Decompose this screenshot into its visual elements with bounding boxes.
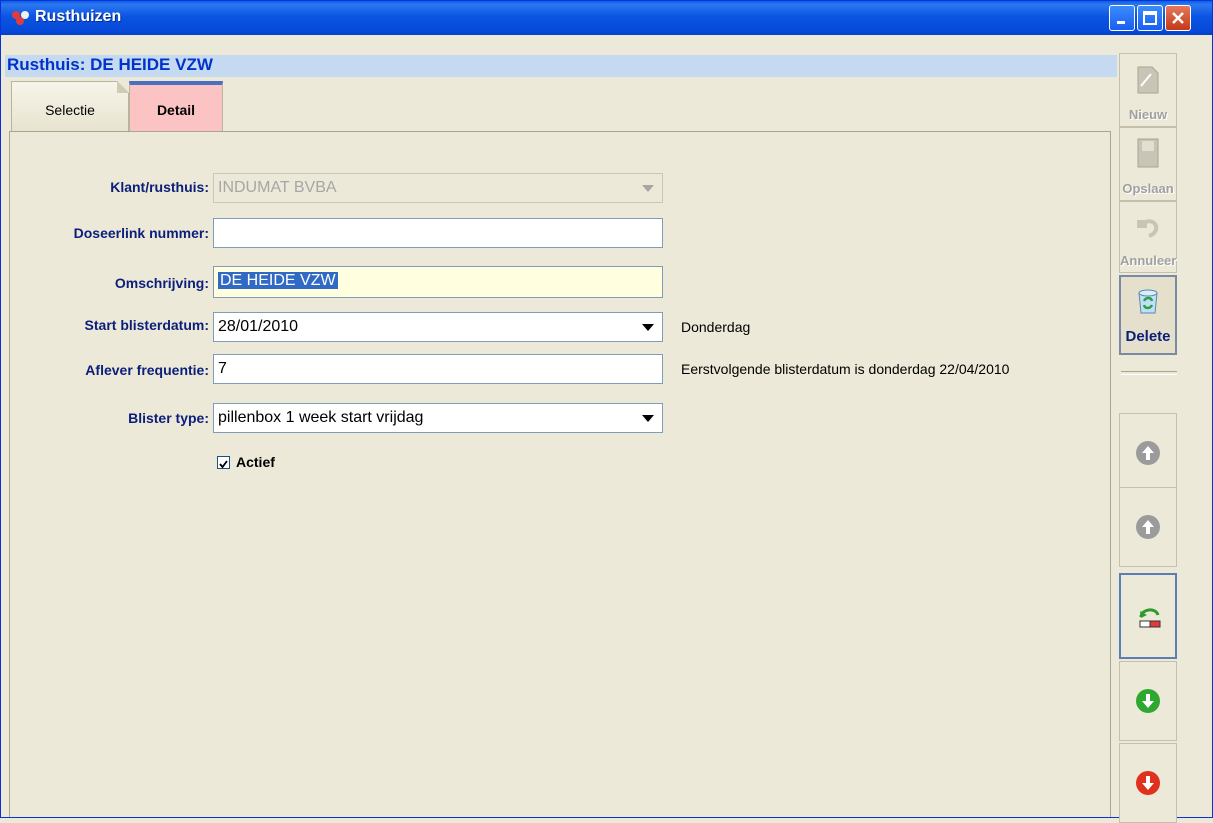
omschrijving-input[interactable]: DE HEIDE VZW — [213, 266, 663, 298]
opslaan-button[interactable]: Opslaan — [1119, 127, 1177, 201]
close-icon — [1172, 12, 1184, 24]
start-value: 28/01/2010 — [218, 318, 299, 335]
minimize-button[interactable] — [1109, 5, 1135, 31]
first-record-icon — [1136, 441, 1160, 465]
close-button[interactable] — [1165, 5, 1191, 31]
actief-label: Actief — [236, 454, 275, 470]
right-toolbar: Nieuw Opslaan Annuleer Delete — [1117, 53, 1179, 823]
klant-value: INDUMAT BVBA — [218, 179, 337, 196]
frequentie-input[interactable]: 7 — [213, 354, 663, 384]
previous-record-icon — [1136, 515, 1160, 539]
last-record-button[interactable] — [1119, 743, 1177, 823]
delete-button[interactable]: Delete — [1119, 275, 1177, 355]
klant-select: INDUMAT BVBA — [213, 173, 663, 203]
omschrijving-label: Omschrijving: — [114, 275, 209, 291]
chevron-down-icon — [642, 185, 654, 192]
doseerlink-input[interactable] — [213, 218, 663, 248]
next-blister-note: Eerstvolgende blisterdatum is donderdag … — [681, 361, 1010, 377]
application-window: Rusthuizen Rusthuis: DE HEIDE VZW Select… — [0, 0, 1213, 823]
minimize-icon — [1117, 21, 1125, 24]
last-record-icon — [1136, 771, 1160, 795]
klant-label: Klant/rusthuis: — [110, 179, 209, 195]
checkmark-icon — [219, 460, 228, 469]
previous-record-button[interactable] — [1119, 487, 1177, 567]
annuleer-label: Annuleer — [1120, 253, 1177, 268]
record-header: Rusthuis: DE HEIDE VZW — [5, 55, 1117, 77]
delete-label: Delete — [1125, 328, 1171, 345]
maximize-button[interactable] — [1137, 5, 1163, 31]
chevron-down-icon[interactable] — [642, 324, 654, 331]
record-title: Rusthuis: DE HEIDE VZW — [7, 55, 213, 74]
nieuw-label: Nieuw — [1128, 107, 1168, 122]
new-document-icon — [1137, 66, 1159, 94]
blister-type-select[interactable]: pillenbox 1 week start vrijdag — [213, 403, 663, 433]
toolbar-divider — [1121, 371, 1177, 375]
go-to-record-button[interactable] — [1119, 573, 1177, 659]
start-date-picker[interactable]: 28/01/2010 — [213, 312, 663, 342]
start-label: Start blisterdatum: — [84, 317, 209, 333]
frequentie-label: Aflever frequentie: — [85, 362, 209, 378]
undo-icon — [1137, 219, 1159, 238]
next-record-button[interactable] — [1119, 661, 1177, 741]
nieuw-button[interactable]: Nieuw — [1119, 53, 1177, 127]
first-record-button[interactable] — [1119, 413, 1177, 493]
actief-checkbox[interactable] — [217, 456, 230, 469]
title-bar[interactable]: Rusthuizen — [1, 1, 1212, 35]
go-to-record-icon — [1139, 608, 1161, 628]
window-title: Rusthuizen — [35, 8, 122, 25]
opslaan-label: Opslaan — [1122, 181, 1174, 196]
recycle-bin-icon — [1138, 289, 1158, 314]
next-record-icon — [1136, 689, 1160, 713]
start-weekday: Donderdag — [681, 319, 751, 335]
annuleer-button[interactable]: Annuleer — [1119, 201, 1177, 273]
blister-type-value: pillenbox 1 week start vrijdag — [218, 409, 424, 426]
chevron-down-icon[interactable] — [642, 415, 654, 422]
doseerlink-label: Doseerlink nummer: — [73, 225, 209, 241]
maximize-icon — [1143, 11, 1157, 25]
app-icon — [12, 11, 29, 25]
tab-detail[interactable]: Detail — [129, 81, 223, 131]
omschrijving-value: DE HEIDE VZW — [218, 272, 338, 289]
save-icon — [1137, 138, 1159, 168]
tab-selectie[interactable]: Selectie — [11, 81, 129, 131]
blister-type-label: Blister type: — [128, 410, 209, 426]
